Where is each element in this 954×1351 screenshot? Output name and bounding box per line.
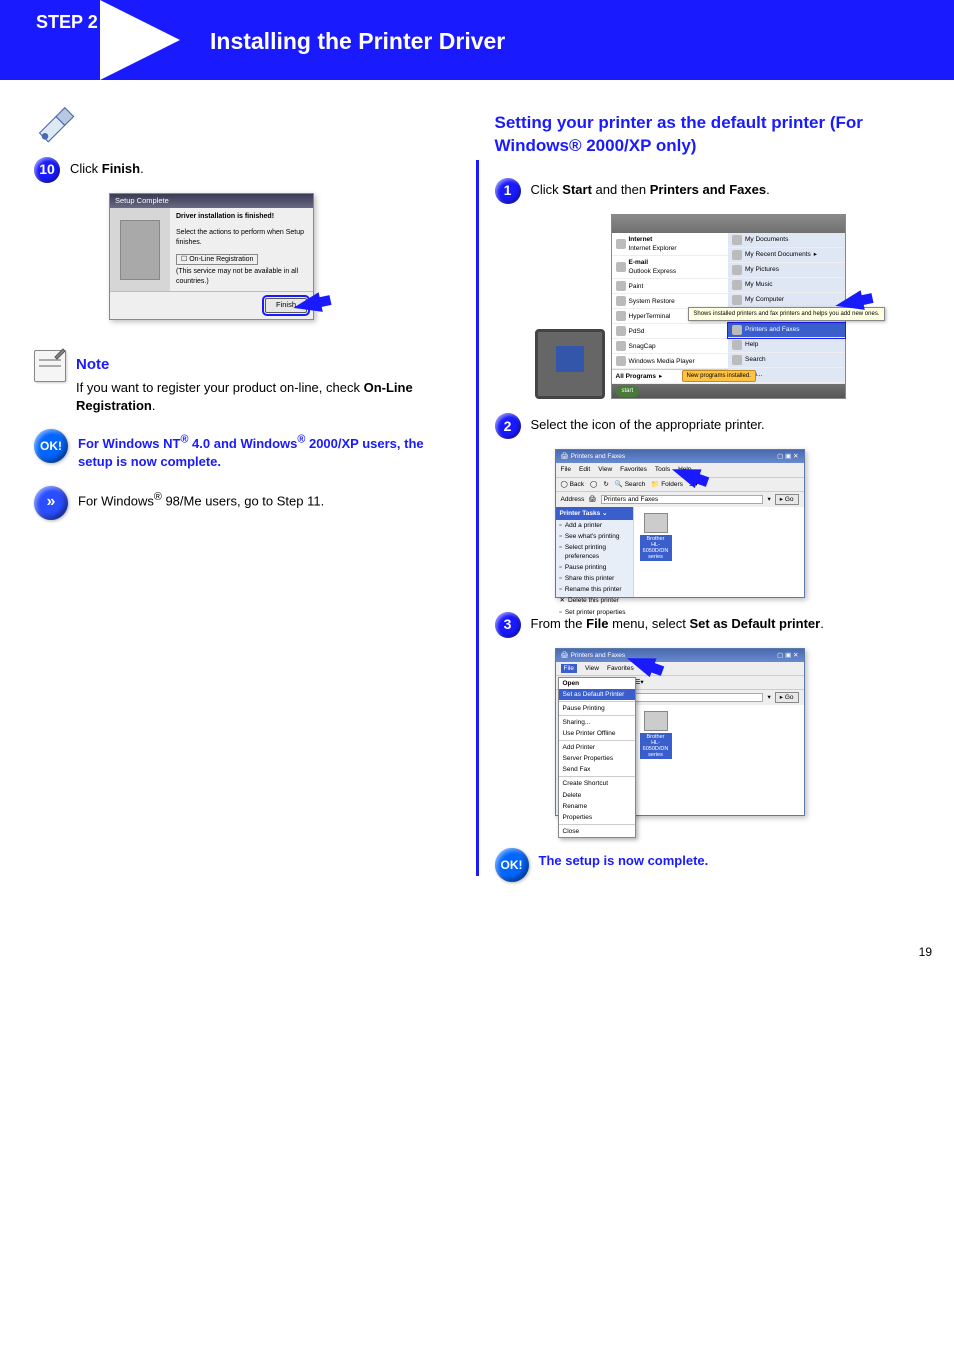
monitor-icon bbox=[535, 329, 605, 399]
new-programs-balloon: New programs installed. bbox=[682, 370, 756, 382]
task-add-printer[interactable]: ▫ Add a printer bbox=[556, 520, 633, 531]
step-10-row: 10 Click Finish. bbox=[34, 157, 460, 183]
step-2-row: 2 Select the icon of the appropriate pri… bbox=[495, 413, 921, 439]
file-menu-pause[interactable]: Pause Printing bbox=[559, 703, 635, 714]
file-menu-rename[interactable]: Rename bbox=[559, 801, 635, 812]
set-as-default-printer-item[interactable]: Set as Default Printer bbox=[559, 689, 635, 700]
step-number-2: 2 bbox=[495, 413, 521, 439]
note-icon bbox=[34, 350, 66, 382]
ok-badge-icon: OK! bbox=[495, 848, 529, 882]
page-footer: 19 bbox=[0, 936, 954, 977]
file-menu-sharing[interactable]: Sharing... bbox=[559, 717, 635, 728]
header-banner: STEP 2 Installing the Printer Driver bbox=[0, 0, 954, 80]
start-menu-header bbox=[612, 215, 845, 233]
note-title: Note bbox=[76, 354, 460, 375]
start-menu-screenshot: InternetInternet Explorer E-mailOutlook … bbox=[535, 214, 921, 399]
task-rename[interactable]: ▫ Rename this printer bbox=[556, 584, 633, 595]
task-pause[interactable]: ▫ Pause printing bbox=[556, 562, 633, 573]
ok-text-nt-2000-xp: For Windows NT® 4.0 and Windows® 2000/XP… bbox=[78, 429, 460, 472]
setup-complete-dialog: Setup Complete Driver installation is fi… bbox=[109, 193, 314, 320]
online-registration-checkbox[interactable]: ☐ On-Line Registration bbox=[176, 254, 258, 266]
pf-menubar-2[interactable]: File View Favorites Help bbox=[556, 662, 804, 675]
printer-item[interactable]: Brother HL-6050D/DN series bbox=[640, 513, 672, 561]
printer-tasks-header: Printer Tasks ⌄ bbox=[556, 507, 633, 520]
setup-dialog-graphic bbox=[110, 208, 170, 291]
pf-address-bar[interactable]: Address 🖨 ▾ ▸ Go bbox=[556, 491, 804, 507]
left-column: 10 Click Finish. Setup Complete Driver i… bbox=[18, 100, 476, 896]
printers-faxes-window: 🖨 Printers and Faxes ▢ ▣ ✕ File Edit Vie… bbox=[555, 449, 805, 597]
file-menu-open-item[interactable]: Open bbox=[559, 678, 635, 689]
step-1-text: Click Start and then Printers and Faxes. bbox=[531, 178, 921, 204]
step-10-text: Click Finish. bbox=[70, 157, 460, 183]
window-controls[interactable]: ▢ ▣ ✕ bbox=[777, 452, 798, 461]
file-menu-serverprops[interactable]: Server Properties bbox=[559, 753, 635, 764]
file-menu-properties[interactable]: Properties bbox=[559, 812, 635, 823]
task-select-prefs[interactable]: ▫ Select printing preferences bbox=[556, 542, 633, 562]
file-dropdown-menu[interactable]: Open Set as Default Printer Pause Printi… bbox=[558, 677, 636, 838]
task-delete[interactable]: ✕ Delete this printer bbox=[556, 595, 633, 606]
file-menu-close[interactable]: Close bbox=[559, 826, 635, 837]
step-number-10: 10 bbox=[34, 157, 60, 183]
go-button-2[interactable]: ▸ Go bbox=[775, 692, 799, 703]
file-menu-shortcut[interactable]: Create Shortcut bbox=[559, 778, 635, 789]
task-properties[interactable]: ▫ Set printer properties bbox=[556, 607, 633, 618]
pf-main-area: Brother HL-6050D/DN series bbox=[634, 507, 804, 597]
forward-arrow-icon: » bbox=[34, 486, 68, 520]
step-1-row: 1 Click Start and then Printers and Faxe… bbox=[495, 178, 921, 204]
file-menu-offline[interactable]: Use Printer Offline bbox=[559, 728, 635, 739]
setup-dialog-title: Setup Complete bbox=[110, 194, 313, 209]
banner-arrow-shape bbox=[100, 0, 180, 80]
goto-step11-text: For Windows® 98/Me users, go to Step 11. bbox=[78, 486, 460, 511]
file-menu-add[interactable]: Add Printer bbox=[559, 742, 635, 753]
address-input[interactable] bbox=[601, 495, 764, 504]
ok-badge-icon: OK! bbox=[34, 429, 68, 463]
note-text: If you want to register your product on-… bbox=[76, 379, 460, 415]
printers-faxes-window-filemenu: 🖨 Printers and Faxes ▢ ▣ ✕ File View Fav… bbox=[555, 648, 805, 816]
window-controls[interactable]: ▢ ▣ ✕ bbox=[777, 651, 798, 660]
ok-row-final: OK! The setup is now complete. bbox=[495, 848, 921, 882]
printer-item-2[interactable]: Brother HL-6050D/DN series bbox=[640, 711, 672, 759]
start-button[interactable]: start bbox=[616, 386, 640, 396]
task-see-printing[interactable]: ▫ See what's printing bbox=[556, 531, 633, 542]
banner-title: Installing the Printer Driver bbox=[210, 25, 505, 57]
step-2-text: Select the icon of the appropriate print… bbox=[531, 413, 921, 439]
page-number: 19 bbox=[919, 944, 932, 961]
right-heading: Setting your printer as the default prin… bbox=[495, 112, 921, 158]
pf-tasks-pane: Printer Tasks ⌄ ▫ Add a printer ▫ See wh… bbox=[556, 507, 634, 597]
ok-text-final: The setup is now complete. bbox=[539, 848, 921, 870]
task-share[interactable]: ▫ Share this printer bbox=[556, 573, 633, 584]
note-row: Note If you want to register your produc… bbox=[34, 350, 460, 415]
file-menu-delete[interactable]: Delete bbox=[559, 790, 635, 801]
go-button[interactable]: ▸ Go bbox=[775, 494, 799, 505]
step-number-3: 3 bbox=[495, 612, 521, 638]
usb-cable-icon bbox=[34, 100, 78, 144]
step-number-1: 1 bbox=[495, 178, 521, 204]
printers-and-faxes-menu-item[interactable]: Printers and Faxes bbox=[728, 323, 845, 338]
goto-step11-row: » For Windows® 98/Me users, go to Step 1… bbox=[34, 486, 460, 520]
setup-done-line: Driver installation is finished! bbox=[176, 212, 307, 222]
taskbar: start bbox=[612, 384, 845, 398]
online-registration-note: (This service may not be available in al… bbox=[176, 267, 307, 287]
file-menu-sendfax[interactable]: Send Fax bbox=[559, 764, 635, 775]
file-menu-open: File bbox=[561, 664, 577, 673]
setup-select-line: Select the actions to perform when Setup… bbox=[176, 228, 307, 248]
right-column: Setting your printer as the default prin… bbox=[479, 100, 937, 896]
ok-row-nt-2000-xp: OK! For Windows NT® 4.0 and Windows® 200… bbox=[34, 429, 460, 472]
pf-titlebar-2: 🖨 Printers and Faxes ▢ ▣ ✕ bbox=[556, 649, 804, 662]
